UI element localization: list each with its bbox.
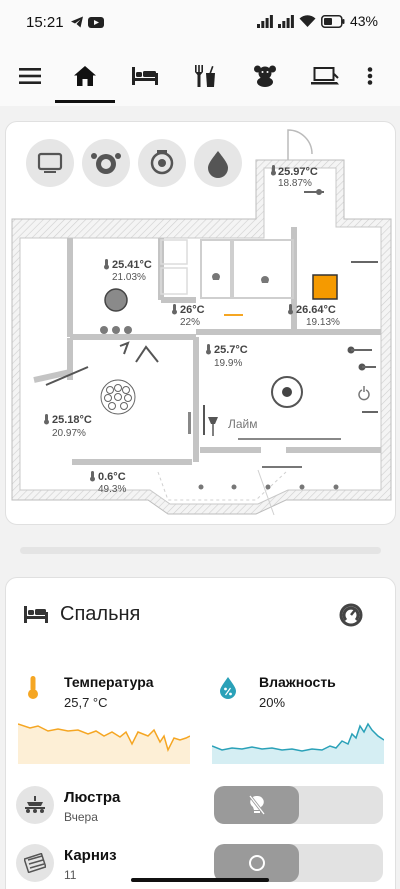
- entity-name: Люстра: [64, 789, 121, 806]
- humidity-value: 20%: [259, 695, 286, 710]
- sensor-humidity: 22%: [180, 317, 200, 328]
- more-button[interactable]: [358, 46, 382, 106]
- quick-btn-vacuum[interactable]: [138, 139, 186, 187]
- door-sensor: [188, 412, 191, 434]
- sensor-temp: 25.7°C: [214, 344, 248, 356]
- signal-icon: [277, 14, 294, 28]
- toggle-knob[interactable]: [214, 786, 299, 824]
- quick-btn-water[interactable]: [194, 139, 242, 187]
- quick-btn-robot-vacuum[interactable]: [82, 139, 130, 187]
- temperature-label: Температура: [64, 674, 154, 690]
- entity-icon: [16, 844, 54, 882]
- door: [287, 129, 313, 160]
- home-indicator[interactable]: [131, 878, 269, 882]
- sensor-temp: 25.97°C: [278, 166, 318, 178]
- lamp-label: Лайм: [228, 417, 258, 431]
- more-vert-icon: [367, 67, 373, 85]
- kitchen-device[interactable]: [312, 274, 338, 300]
- tab-kitchen[interactable]: [188, 46, 222, 106]
- tab-kids-room[interactable]: [248, 46, 282, 106]
- toggle-switch[interactable]: [214, 786, 383, 824]
- signal-icon: [256, 14, 273, 28]
- home-icon: [74, 66, 96, 86]
- chandelier-icon: [25, 796, 45, 813]
- youtube-icon: [88, 16, 104, 28]
- entity-state: Вчера: [64, 810, 98, 824]
- wifi-icon: [299, 14, 316, 27]
- bedroom-spotlights[interactable]: [100, 326, 132, 334]
- sensor-humidity: 18.87%: [278, 178, 312, 189]
- bed-icon: [132, 67, 158, 85]
- bedroom-light[interactable]: [104, 288, 128, 312]
- tab-bedroom[interactable]: [128, 46, 162, 106]
- entity-state: 11: [64, 868, 77, 882]
- sensor-humidity: 20.97%: [52, 428, 86, 439]
- bed-icon: [24, 606, 48, 623]
- battery-percent: 43%: [349, 13, 378, 29]
- sensor-humidity: 19.9%: [214, 358, 242, 369]
- sensor-humidity: 19.13%: [306, 317, 340, 328]
- floorplan-card: 🌡 25.97°C 18.87% 25.41°C 21.03% 26°C 22%…: [5, 121, 396, 525]
- dining-icon: [195, 65, 215, 87]
- sensor-temp: 26.64°C: [296, 304, 336, 316]
- toggle-knob[interactable]: [214, 844, 299, 882]
- room-card: Спальня Температура 25,7 °C Влажность 20…: [5, 577, 396, 889]
- tab-home[interactable]: [68, 46, 102, 106]
- humidity-percent-icon: [220, 677, 236, 699]
- entity-name: Карниз: [64, 847, 117, 864]
- climate-gauge-icon[interactable]: [339, 603, 363, 627]
- sensor-temp: 25.41°C: [112, 259, 152, 271]
- sensor-temp: 0.6°C: [98, 471, 126, 483]
- sensor-humidity: 49.3%: [98, 484, 126, 495]
- curtain-icon: [24, 853, 46, 873]
- top-toolbar: [0, 46, 400, 106]
- sensor-humidity: 21.03%: [112, 272, 146, 283]
- floorplan: 🌡 25.97°C 18.87% 25.41°C 21.03% 26°C 22%…: [11, 129, 392, 516]
- status-bar: 15:21 43%: [0, 0, 400, 46]
- sensor-temp: 26°C: [180, 304, 205, 316]
- humidity-label: Влажность: [259, 674, 336, 690]
- laptop-icon: [311, 67, 339, 85]
- entity-icon: [16, 786, 54, 824]
- room-title: Спальня: [60, 603, 141, 625]
- scroll-indicator[interactable]: [20, 547, 381, 554]
- humidity-sparkline: [212, 722, 384, 764]
- tab-office[interactable]: [308, 46, 342, 106]
- status-time: 15:21: [26, 14, 64, 31]
- circle-outline-icon: [248, 855, 265, 871]
- lightbulb-off-icon: [248, 795, 265, 815]
- teddy-bear-icon: [254, 65, 276, 87]
- menu-icon: [19, 68, 41, 84]
- telegram-icon: [71, 16, 83, 28]
- sensor-temp: 25.18°C: [52, 414, 92, 426]
- active-tab-indicator: [55, 100, 115, 103]
- thermometer-icon: [28, 676, 38, 699]
- quick-btn-tv[interactable]: [26, 139, 74, 187]
- temperature-value: 25,7 °C: [64, 695, 108, 710]
- temperature-sparkline: [18, 723, 190, 764]
- toggle-switch[interactable]: [214, 844, 383, 882]
- battery-icon: [321, 14, 345, 28]
- menu-button[interactable]: [14, 46, 46, 106]
- switch-dot[interactable]: [316, 189, 322, 195]
